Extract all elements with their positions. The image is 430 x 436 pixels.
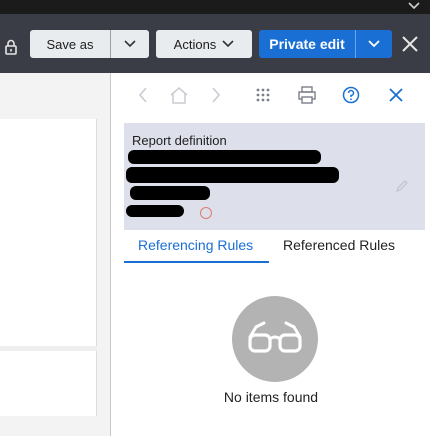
save-as-dropdown-button[interactable] [111,40,149,48]
print-icon[interactable] [297,85,317,105]
home-icon[interactable] [169,85,189,105]
actions-label: Actions [173,36,217,52]
private-edit-button[interactable]: Private edit [259,36,355,52]
private-edit-dropdown-button[interactable] [356,40,392,48]
close-icon[interactable] [401,35,419,53]
redacted-rule-class [130,186,210,200]
redacted-rule-name [128,150,321,164]
glasses-icon [232,296,318,382]
status-indicator-icon [200,207,212,219]
grid-icon[interactable] [253,85,273,105]
redacted-rule-id [126,167,339,183]
chevron-down-icon [222,40,234,48]
save-as-button[interactable]: Save as [30,37,110,52]
lock-icon [4,39,18,55]
close-icon[interactable] [386,85,406,105]
panel-nav-toolbar [111,73,430,117]
workarea-background [0,73,110,436]
content-card [0,119,97,416]
chevron-down-icon [368,40,380,48]
tab-referenced-rules[interactable]: Referenced Rules [283,237,395,263]
tab-referencing-rules[interactable]: Referencing Rules [138,237,253,263]
chevron-left-icon[interactable] [133,85,153,105]
empty-state-message: No items found [223,389,319,405]
rule-references-panel: Report definition Referencing Rules Refe… [110,73,430,436]
private-edit-split-button: Private edit [259,30,392,58]
record-type-label: Report definition [132,133,227,148]
rule-header-card: Report definition [124,123,425,230]
window-top-strip [0,0,430,14]
main-toolbar: Save as Actions Private edit [0,14,430,73]
chevron-down-icon[interactable] [407,0,421,12]
redacted-ruleset [126,205,184,217]
help-icon[interactable] [341,85,361,105]
chevron-down-icon [124,40,136,48]
active-tab-indicator [124,261,269,263]
references-tabs: Referencing Rules Referenced Rules [124,231,425,263]
chevron-right-icon[interactable] [206,85,226,105]
actions-menu-button[interactable]: Actions [156,30,252,58]
save-as-split-button: Save as [30,30,149,58]
pencil-icon [395,179,409,193]
section-divider [0,346,97,351]
